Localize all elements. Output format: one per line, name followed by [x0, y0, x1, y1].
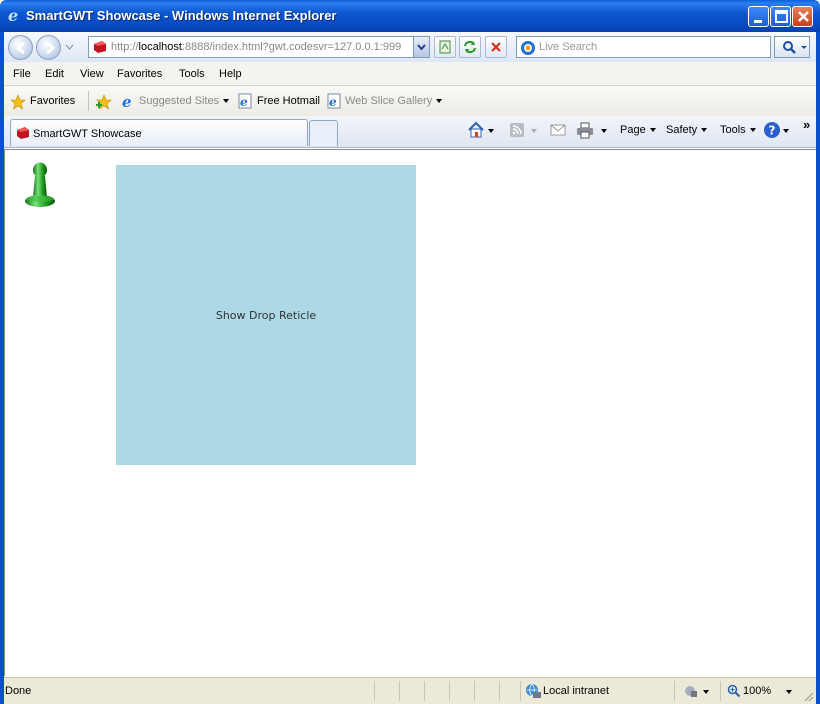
- favorites-link-free-hotmail[interactable]: Free Hotmail: [257, 95, 320, 107]
- stop-button[interactable]: [485, 36, 507, 58]
- local-intranet-icon: [526, 683, 541, 698]
- status-bar: Done Local intranet 100%: [4, 677, 816, 704]
- compatibility-icon: [439, 40, 451, 54]
- back-button[interactable]: [8, 35, 33, 60]
- new-tab-button[interactable]: [309, 120, 338, 146]
- favorites-button[interactable]: Favorites: [30, 95, 75, 107]
- address-field[interactable]: http://localhost:8888/index.html?gwt.cod…: [88, 36, 430, 58]
- home-icon[interactable]: [467, 121, 485, 139]
- back-arrow-icon: [15, 41, 25, 55]
- title-bar: e SmartGWT Showcase - Windows Internet E…: [0, 0, 820, 32]
- forward-arrow-icon: [46, 41, 56, 55]
- favorites-link-suggested-sites[interactable]: Suggested Sites: [139, 95, 230, 107]
- status-divider: [424, 681, 425, 701]
- status-divider: [449, 681, 450, 701]
- svg-text:e: e: [240, 95, 248, 109]
- menu-tools[interactable]: Tools: [179, 68, 205, 80]
- search-button[interactable]: [774, 36, 810, 58]
- svg-text:e: e: [122, 93, 132, 109]
- tab-label: SmartGWT Showcase: [33, 128, 142, 140]
- zoom-icon: [727, 684, 741, 698]
- status-divider: [720, 681, 721, 701]
- stop-icon: [491, 42, 501, 52]
- menu-edit[interactable]: Edit: [45, 68, 64, 80]
- menu-file[interactable]: File: [13, 68, 31, 80]
- protected-mode-dropdown-icon[interactable]: [703, 690, 709, 694]
- drop-target-label: Show Drop Reticle: [215, 308, 317, 322]
- zoom-level[interactable]: 100%: [743, 685, 771, 697]
- status-divider: [474, 681, 475, 701]
- green-pawn-drag-icon[interactable]: [22, 161, 58, 211]
- ie-page-icon: e: [122, 93, 132, 109]
- window-title: SmartGWT Showcase - Windows Internet Exp…: [26, 8, 337, 23]
- refresh-icon: [464, 40, 476, 54]
- toolbar-overflow-chevron[interactable]: »: [803, 117, 810, 132]
- minimize-icon: [754, 20, 762, 23]
- minimize-button[interactable]: [748, 6, 769, 27]
- search-placeholder: Live Search: [539, 41, 598, 53]
- svg-text:e: e: [329, 95, 337, 109]
- address-dropdown-button[interactable]: [413, 37, 429, 57]
- status-divider: [674, 681, 675, 701]
- status-text: Done: [5, 685, 32, 697]
- maximize-icon: [775, 10, 788, 23]
- status-divider: [374, 681, 375, 701]
- maximize-button[interactable]: [770, 6, 791, 27]
- page-menu-button[interactable]: Page: [620, 124, 656, 136]
- help-dropdown-icon[interactable]: [783, 129, 789, 133]
- security-zone[interactable]: Local intranet: [543, 685, 609, 697]
- svg-text:?: ?: [769, 124, 776, 138]
- menu-help[interactable]: Help: [219, 68, 242, 80]
- favorites-separator: [88, 91, 89, 111]
- tools-menu-button[interactable]: Tools: [720, 124, 756, 136]
- ie-page-icon: e: [238, 93, 252, 109]
- gwt-favicon-icon: [17, 127, 29, 139]
- history-dropdown-icon[interactable]: [65, 44, 74, 50]
- safety-menu-button[interactable]: Safety: [666, 124, 708, 136]
- tab-smartgwt-showcase[interactable]: SmartGWT Showcase: [10, 119, 308, 146]
- forward-button[interactable]: [36, 35, 61, 60]
- status-divider: [399, 681, 400, 701]
- gwt-favicon-icon: [94, 41, 106, 53]
- status-divider: [499, 681, 500, 701]
- feeds-icon[interactable]: [509, 122, 525, 138]
- help-icon[interactable]: ?: [763, 121, 781, 139]
- live-search-icon: [521, 41, 535, 55]
- print-dropdown-icon[interactable]: [601, 129, 607, 133]
- search-field[interactable]: Live Search: [516, 36, 771, 58]
- menu-favorites[interactable]: Favorites: [117, 68, 162, 80]
- zoom-dropdown-icon[interactable]: [786, 690, 792, 694]
- close-icon: [798, 11, 809, 22]
- svg-text:e: e: [8, 7, 18, 24]
- resize-grip-icon[interactable]: [803, 691, 814, 702]
- home-dropdown-icon[interactable]: [488, 129, 494, 133]
- tab-row: SmartGWT Showcase Page Safety Tools ? »: [4, 116, 816, 148]
- status-divider: [520, 681, 521, 701]
- protected-mode-icon[interactable]: [683, 684, 699, 698]
- magnifier-icon: [783, 41, 807, 54]
- address-toolbar: http://localhost:8888/index.html?gwt.cod…: [4, 32, 816, 62]
- menu-bar: File Edit View Favorites Tools Help: [4, 62, 816, 86]
- refresh-button[interactable]: [459, 36, 481, 58]
- internet-explorer-icon: e: [8, 7, 18, 24]
- close-button[interactable]: [792, 6, 813, 27]
- address-url: http://localhost:8888/index.html?gwt.cod…: [111, 41, 402, 53]
- add-to-favorites-icon[interactable]: [95, 94, 113, 110]
- read-mail-icon[interactable]: [550, 123, 566, 137]
- ie-page-icon: e: [327, 93, 341, 109]
- compatibility-view-button[interactable]: [434, 36, 456, 58]
- favorites-star-icon: [10, 94, 26, 110]
- favorites-bar: Favorites e Suggested Sites e Free Hotma…: [4, 86, 816, 116]
- print-icon[interactable]: [576, 121, 594, 139]
- page-content: Show Drop Reticle: [4, 149, 816, 676]
- favorites-link-web-slice-gallery[interactable]: Web Slice Gallery: [345, 95, 443, 107]
- chevron-down-icon: [417, 44, 426, 51]
- drop-target-canvas[interactable]: Show Drop Reticle: [116, 165, 416, 465]
- window-frame-right: [816, 32, 820, 704]
- menu-view[interactable]: View: [80, 68, 104, 80]
- feeds-dropdown-icon[interactable]: [531, 129, 537, 133]
